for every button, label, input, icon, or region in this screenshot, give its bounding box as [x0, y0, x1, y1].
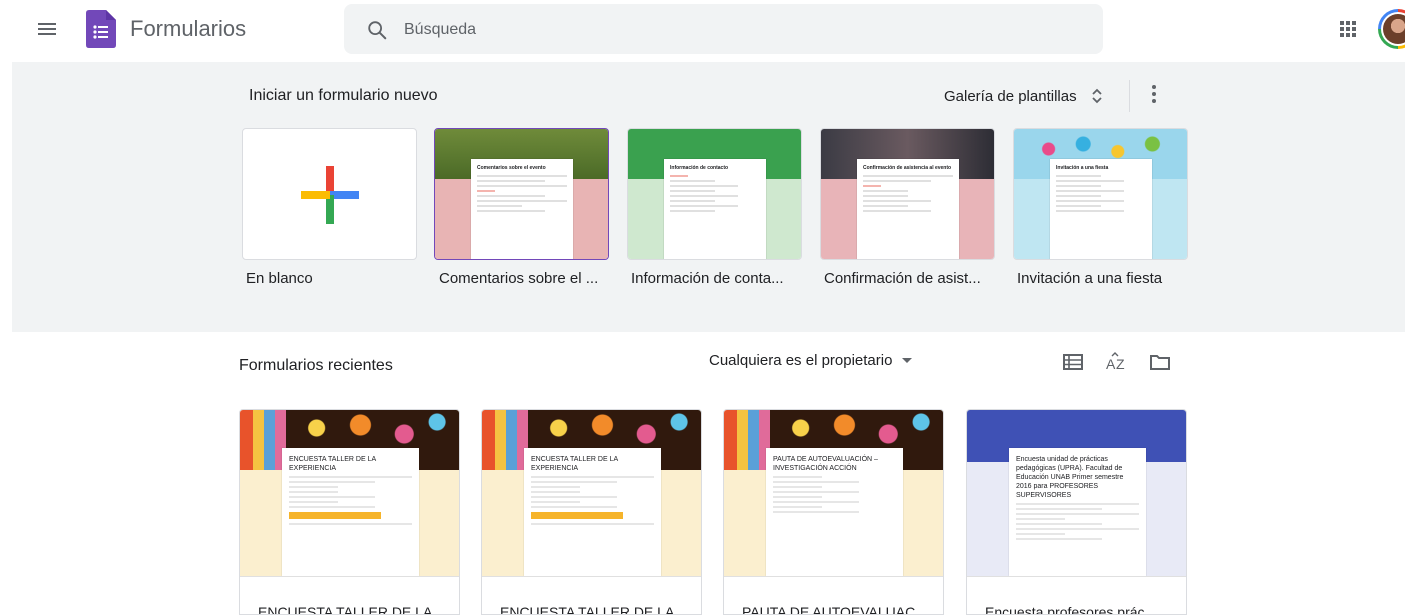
sort-az-icon[interactable]: A Z — [1105, 352, 1127, 372]
search-input[interactable] — [404, 17, 1084, 43]
owner-filter-label: Cualquiera es el propietario — [709, 352, 893, 369]
template-rsvp[interactable]: Confirmación de asistencia al evento — [820, 128, 995, 260]
search-icon[interactable] — [366, 19, 388, 41]
list-view-icon[interactable] — [1062, 352, 1084, 372]
form-title[interactable]: ENCUESTA TALLER DE LA ... — [500, 604, 689, 614]
forms-logo-icon[interactable] — [86, 10, 116, 48]
template-gallery-button[interactable]: Galería de plantillas — [932, 80, 1115, 112]
thumb-title: ENCUESTA TALLER DE LA EXPERIENCIA — [531, 456, 618, 472]
recent-form-card[interactable]: PAUTA DE AUTOEVALUACIÓN – INVESTIGACIÓN … — [723, 409, 944, 615]
template-label[interactable]: Confirmación de asist... — [824, 270, 981, 287]
thumb-title: ENCUESTA TALLER DE LA EXPERIENCIA — [289, 456, 376, 472]
form-title[interactable]: Encuesta profesores prác... — [985, 604, 1156, 614]
recent-form-card[interactable]: ENCUESTA TALLER DE LA EXPERIENCIA ENCUES… — [239, 409, 460, 615]
folder-icon[interactable] — [1149, 352, 1171, 372]
dropdown-caret-icon — [902, 358, 913, 363]
main-menu-icon[interactable] — [38, 20, 60, 38]
owner-filter-dropdown[interactable]: Cualquiera es el propietario — [709, 352, 913, 369]
account-avatar[interactable] — [1378, 9, 1405, 49]
template-label[interactable]: Invitación a una fiesta — [1017, 270, 1162, 287]
svg-text:A: A — [1106, 356, 1116, 372]
recent-forms-heading: Formularios recientes — [239, 357, 393, 374]
app-title[interactable]: Formularios — [130, 16, 246, 42]
thumb-title: Comentarios sobre el evento — [477, 165, 546, 171]
template-blank[interactable] — [242, 128, 417, 260]
form-title[interactable]: PAUTA DE AUTOEVALUAC... — [742, 604, 927, 614]
template-contact-info[interactable]: Información de contacto — [627, 128, 802, 260]
template-party-invite[interactable]: Invitación a una fiesta — [1013, 128, 1188, 260]
thumb-title: Encuesta unidad de prácticas pedagógicas… — [1016, 456, 1124, 499]
divider — [1129, 80, 1130, 112]
template-label[interactable]: Información de conta... — [631, 270, 784, 287]
template-gallery-section: Iniciar un formulario nuevo Galería de p… — [12, 62, 1405, 332]
plus-icon — [301, 166, 359, 224]
recent-form-card[interactable]: ENCUESTA TALLER DE LA EXPERIENCIA ENCUES… — [481, 409, 702, 615]
thumb-title: Confirmación de asistencia al evento — [863, 165, 952, 171]
more-options-icon[interactable] — [1142, 82, 1166, 110]
google-apps-icon[interactable] — [1339, 20, 1357, 38]
form-title[interactable]: ENCUESTA TALLER DE LA ... — [258, 604, 447, 614]
template-event-feedback[interactable]: Comentarios sobre el evento — [434, 128, 609, 260]
thumb-title: Invitación a una fiesta — [1056, 165, 1109, 171]
template-label[interactable]: En blanco — [246, 270, 313, 287]
unfold-icon — [1091, 88, 1102, 104]
top-bar: Formularios — [0, 0, 1405, 60]
search-bar[interactable] — [344, 4, 1103, 54]
svg-text:Z: Z — [1116, 356, 1125, 372]
templates-heading: Iniciar un formulario nuevo — [249, 87, 438, 104]
template-label[interactable]: Comentarios sobre el ... — [439, 270, 598, 287]
thumb-title: Información de contacto — [670, 165, 729, 171]
thumb-title: PAUTA DE AUTOEVALUACIÓN – INVESTIGACIÓN … — [773, 456, 878, 472]
recent-form-card[interactable]: Encuesta unidad de prácticas pedagógicas… — [966, 409, 1187, 615]
template-gallery-label: Galería de plantillas — [944, 87, 1077, 105]
